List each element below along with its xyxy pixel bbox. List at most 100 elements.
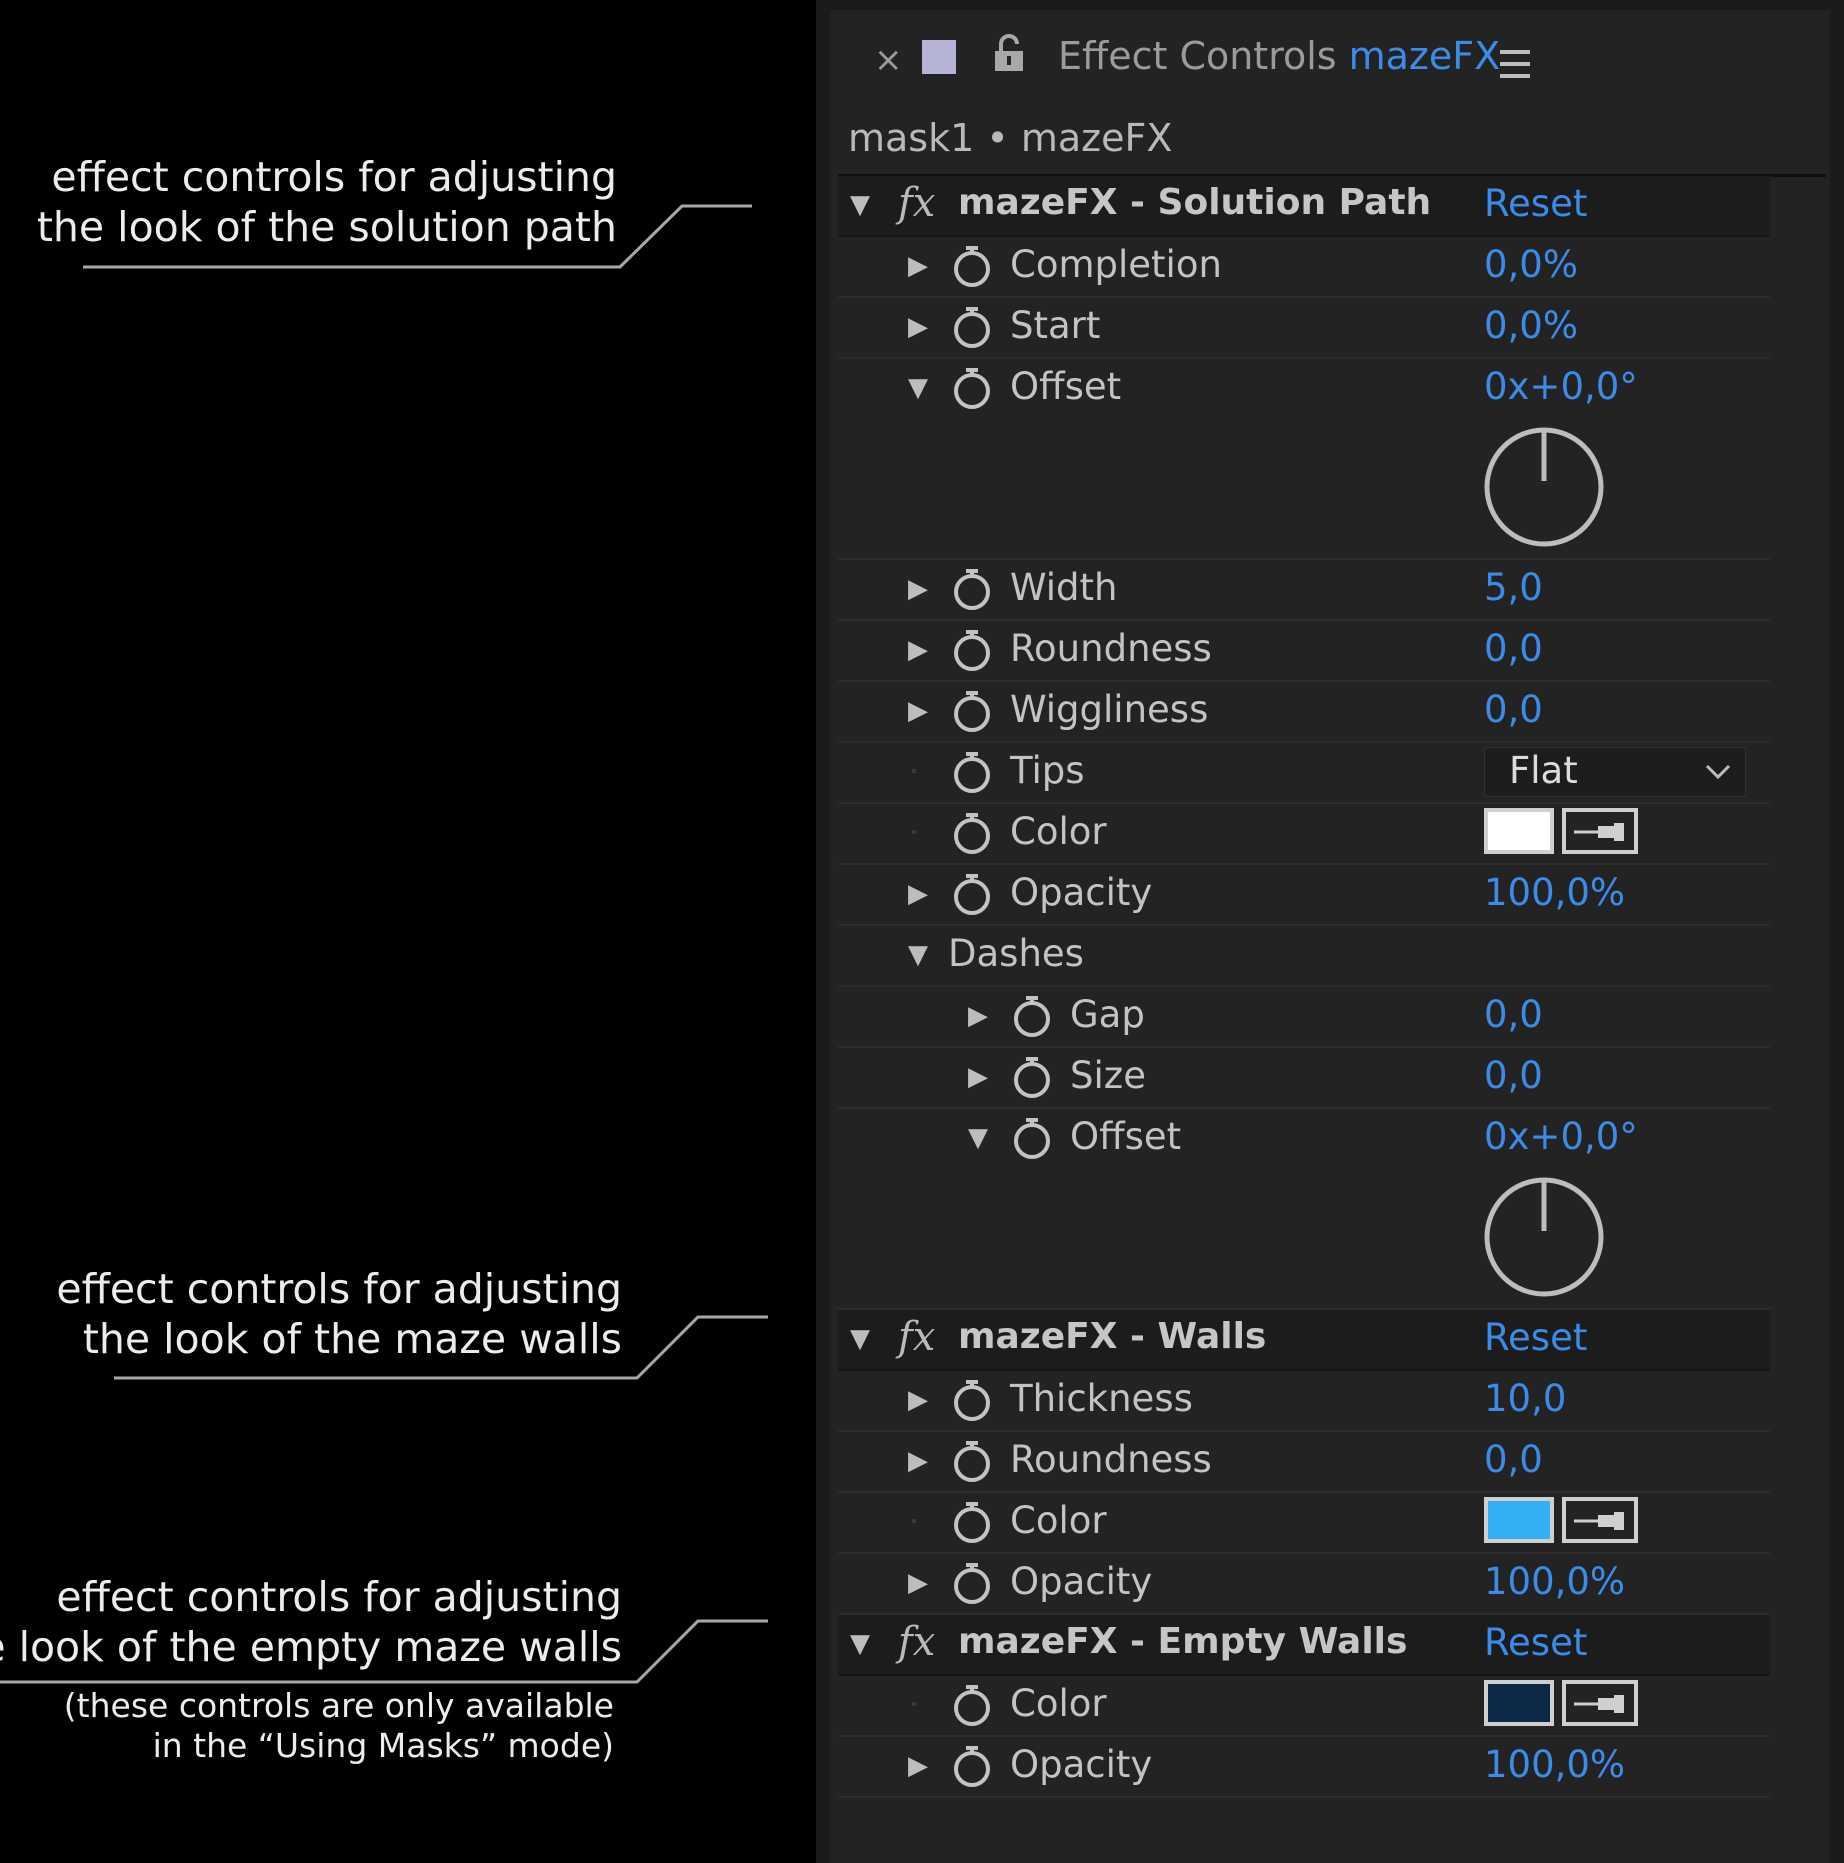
expand-triangle-icon[interactable]: ▶: [908, 1446, 928, 1476]
collapse-triangle-icon[interactable]: ▼: [850, 190, 870, 220]
panel-menu-icon[interactable]: [1500, 50, 1530, 86]
property-label: Gap: [1070, 993, 1145, 1036]
property-label: Roundness: [1010, 627, 1212, 670]
property-label: Start: [1010, 304, 1101, 347]
angle-dial[interactable]: [1482, 1175, 1606, 1299]
expand-triangle-icon[interactable]: ▶: [908, 312, 928, 342]
collapse-triangle-icon[interactable]: ▼: [850, 1324, 870, 1354]
fx-icon[interactable]: fx: [898, 1619, 935, 1665]
stopwatch-icon[interactable]: [952, 244, 992, 288]
expand-triangle-icon[interactable]: ▶: [908, 251, 928, 281]
property-value[interactable]: 100,0%: [1484, 871, 1625, 914]
stopwatch-icon[interactable]: [952, 366, 992, 410]
property-label: Color: [1010, 1682, 1107, 1725]
expand-triangle-icon[interactable]: ▶: [908, 879, 928, 909]
stopwatch-icon[interactable]: [952, 1500, 992, 1544]
stopwatch-icon[interactable]: [1012, 1055, 1052, 1099]
stopwatch-icon[interactable]: [952, 628, 992, 672]
stopwatch-icon[interactable]: [952, 750, 992, 794]
callout-line-empty: [0, 1619, 768, 1684]
property-value[interactable]: 100,0%: [1484, 1560, 1625, 1603]
property-row-walls-opacity: ▶ Opacity 100,0%: [838, 1554, 1770, 1615]
eyedropper-button[interactable]: [1562, 1680, 1638, 1726]
expand-triangle-icon[interactable]: ▶: [908, 1751, 928, 1781]
property-value[interactable]: 0,0: [1484, 993, 1543, 1036]
stopwatch-icon[interactable]: [952, 689, 992, 733]
property-row-empty-opacity: ▶ Opacity 100,0%: [838, 1737, 1770, 1798]
property-value[interactable]: 5,0: [1484, 566, 1543, 609]
property-row-color: Color: [838, 804, 1770, 865]
label-color-swatch[interactable]: [922, 40, 956, 74]
dropdown-value: Flat: [1509, 749, 1578, 792]
effect-property-list: ▼ fx mazeFX - Solution Path Reset ▶ Comp…: [838, 176, 1770, 1798]
reset-button[interactable]: Reset: [1484, 1621, 1587, 1664]
property-row-offset: ▼ Offset 0x+0,0°: [838, 359, 1770, 560]
lock-icon[interactable]: [992, 34, 1026, 78]
expand-triangle-icon[interactable]: ▶: [968, 1001, 988, 1031]
reset-button[interactable]: Reset: [1484, 1316, 1587, 1359]
panel-title-layer: mazeFX: [1348, 34, 1501, 78]
property-row-start: ▶ Start 0,0%: [838, 298, 1770, 359]
effect-header-solution-path[interactable]: ▼ fx mazeFX - Solution Path Reset: [838, 176, 1770, 237]
collapse-triangle-icon[interactable]: ▼: [908, 373, 928, 403]
color-swatch[interactable]: [1484, 1497, 1554, 1543]
close-icon[interactable]: ×: [874, 40, 903, 80]
eyedropper-button[interactable]: [1562, 808, 1638, 854]
property-value[interactable]: 0,0: [1484, 688, 1543, 731]
effect-header-walls[interactable]: ▼ fx mazeFX - Walls Reset: [838, 1310, 1770, 1371]
angle-dial[interactable]: [1482, 425, 1606, 549]
property-label: Opacity: [1010, 871, 1153, 914]
stopwatch-icon[interactable]: [952, 305, 992, 349]
stopwatch-icon[interactable]: [952, 1683, 992, 1727]
property-value[interactable]: 0,0%: [1484, 243, 1578, 286]
property-label: Opacity: [1010, 1743, 1153, 1786]
property-row-wiggliness: ▶ Wiggliness 0,0: [838, 682, 1770, 743]
panel-title-text: Effect Controls: [1058, 34, 1337, 78]
property-label: Tips: [1010, 749, 1085, 792]
property-value[interactable]: 100,0%: [1484, 1743, 1625, 1786]
panel-tab-bar: × Effect Controls mazeFX: [830, 10, 1830, 118]
no-twirl-dot: [912, 1519, 916, 1523]
color-swatch[interactable]: [1484, 1680, 1554, 1726]
stopwatch-icon[interactable]: [952, 1561, 992, 1605]
expand-triangle-icon[interactable]: ▶: [968, 1062, 988, 1092]
property-value[interactable]: 0,0: [1484, 1054, 1543, 1097]
stopwatch-icon[interactable]: [952, 1439, 992, 1483]
stopwatch-icon[interactable]: [952, 567, 992, 611]
property-label: Color: [1010, 1499, 1107, 1542]
property-value[interactable]: 0x+0,0°: [1484, 1115, 1638, 1158]
property-value[interactable]: 0,0%: [1484, 304, 1578, 347]
fx-icon[interactable]: fx: [898, 1314, 935, 1360]
stopwatch-icon[interactable]: [1012, 1116, 1052, 1160]
effect-header-empty-walls[interactable]: ▼ fx mazeFX - Empty Walls Reset: [838, 1615, 1770, 1676]
stopwatch-icon[interactable]: [952, 872, 992, 916]
stopwatch-icon[interactable]: [952, 1744, 992, 1788]
expand-triangle-icon[interactable]: ▶: [908, 635, 928, 665]
property-value[interactable]: 0,0: [1484, 1438, 1543, 1481]
fx-icon[interactable]: fx: [898, 180, 935, 226]
reset-button[interactable]: Reset: [1484, 182, 1587, 225]
expand-triangle-icon[interactable]: ▶: [908, 574, 928, 604]
effect-title: mazeFX - Solution Path: [958, 182, 1432, 223]
stopwatch-icon[interactable]: [952, 811, 992, 855]
expand-triangle-icon[interactable]: ▶: [908, 696, 928, 726]
property-value[interactable]: 10,0: [1484, 1377, 1566, 1420]
collapse-triangle-icon[interactable]: ▼: [908, 940, 928, 970]
expand-triangle-icon[interactable]: ▶: [908, 1385, 928, 1415]
tips-dropdown[interactable]: Flat: [1484, 747, 1746, 797]
property-label: Color: [1010, 810, 1107, 853]
property-value[interactable]: 0,0: [1484, 627, 1543, 670]
collapse-triangle-icon[interactable]: ▼: [850, 1629, 870, 1659]
property-row-completion: ▶ Completion 0,0%: [838, 237, 1770, 298]
property-value[interactable]: 0x+0,0°: [1484, 365, 1638, 408]
color-swatch[interactable]: [1484, 808, 1554, 854]
eyedropper-button[interactable]: [1562, 1497, 1638, 1543]
callout-lines: [0, 204, 768, 1684]
stopwatch-icon[interactable]: [1012, 994, 1052, 1038]
expand-triangle-icon[interactable]: ▶: [908, 1568, 928, 1598]
panel-title[interactable]: Effect Controls mazeFX: [1058, 34, 1500, 78]
property-label: Width: [1010, 566, 1118, 609]
breadcrumb: mask1 • mazeFX: [848, 116, 1173, 160]
stopwatch-icon[interactable]: [952, 1378, 992, 1422]
collapse-triangle-icon[interactable]: ▼: [968, 1123, 988, 1153]
